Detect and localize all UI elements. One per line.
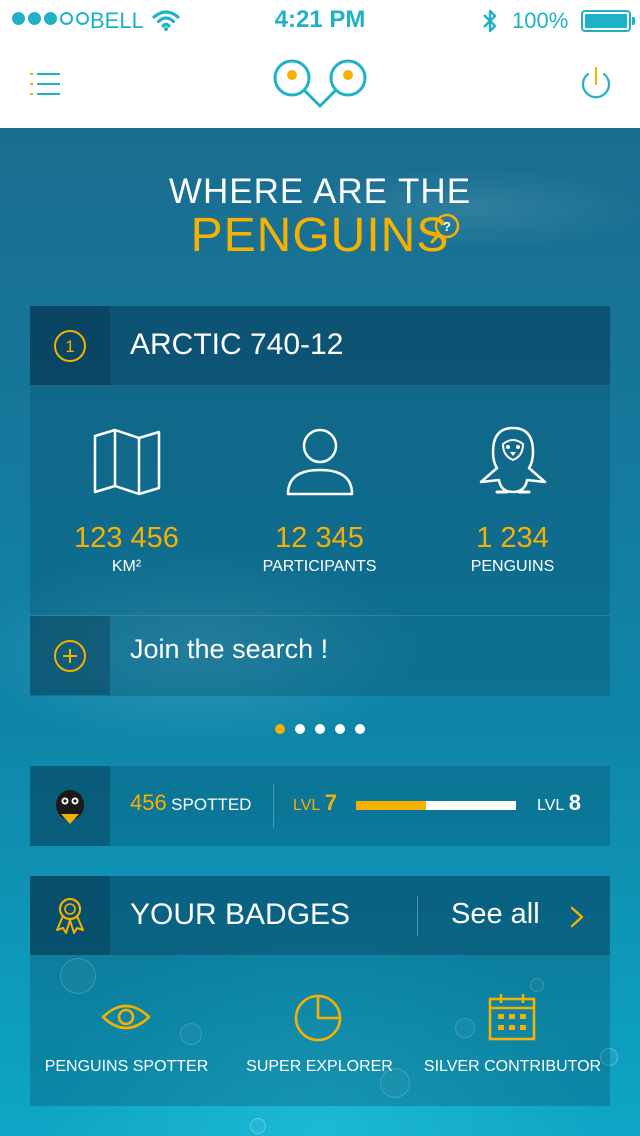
badge-item[interactable]: SILVER CONTRIBUTOR [416,956,609,1106]
next-level-value: 8 [568,790,581,815]
badge-label: SUPER EXPLORER [246,1058,393,1075]
spotted-label: SPOTTED [171,795,252,814]
see-all-badges-link[interactable]: See all [451,898,540,931]
badge-item[interactable]: SUPER EXPLORER [223,956,416,1106]
page-dot[interactable] [275,724,285,734]
calendar-icon [488,994,536,1041]
badges-list: PENGUINS SPOTTER SUPER EXPLORER SILVER C… [30,956,610,1106]
stat-label: PARTICIPANTS [262,558,377,575]
current-level-value: 7 [324,790,337,815]
progress-card[interactable]: 456 SPOTTED LVL 7 LVL 8 [30,766,610,846]
battery-percentage: 100% [512,8,569,33]
binoculars-logo-icon [273,59,367,108]
search-card: 1 ARCTIC 740-12 123 456 KM² 12 345 PARTI… [30,306,610,696]
pie-chart-icon [294,994,342,1042]
bluetooth-icon [483,9,497,33]
next-level: LVL 8 [537,790,581,816]
step-number: 1 [65,337,74,356]
power-icon[interactable] [578,64,614,104]
stat-label: KM² [111,558,142,575]
badge-item[interactable]: PENGUINS SPOTTER [30,956,223,1106]
nav-bar [0,40,640,128]
badges-title: YOUR BADGES [130,898,351,931]
stat-penguins: 1 234 PENGUINS [416,386,609,616]
stat-value: 1 234 [476,522,549,554]
page-indicator[interactable] [0,724,640,734]
user-icon [286,428,354,496]
status-bar: BELL 4:21 PM 100% [0,0,640,40]
level-label: LVL [537,797,565,814]
page-dot[interactable] [295,724,305,734]
svg-text:?: ? [443,219,451,234]
underwater-background: WHERE ARE THE PENGUINS ? 1 ARCTIC 740-12 [0,128,640,1136]
eye-icon [101,1004,151,1030]
plus-circle-icon [54,639,86,672]
search-card-header: 1 ARCTIC 740-12 [30,306,610,386]
stat-value: 123 456 [74,522,179,554]
chevron-right-icon[interactable] [570,906,584,928]
step-number-icon: 1 [54,329,86,362]
penguin-icon [479,426,547,494]
badge-label: SILVER CONTRIBUTOR [423,1058,602,1075]
badge-label: PENGUINS SPOTTER [44,1058,209,1075]
spotted-number: 456 [130,790,167,815]
badges-header: YOUR BADGES See all [30,876,610,956]
award-ribbon-icon [56,897,84,934]
page-dot[interactable] [355,724,365,734]
menu-icon[interactable] [30,70,62,98]
spotted-count: 456 SPOTTED [130,790,251,816]
magnifier-question-icon: ? [430,213,460,244]
search-stats: 123 456 KM² 12 345 PARTICIPANTS 1 234 PE… [30,386,610,616]
hero-title-line1: WHERE ARE THE [168,172,472,211]
badges-card: YOUR BADGES See all PENGUINS SPOTTER SUP… [30,876,610,1106]
stat-label: PENGUINS [470,558,555,575]
hero-title: WHERE ARE THE [0,172,640,212]
level-label: LVL [293,797,321,814]
current-level: LVL 7 [293,790,337,816]
join-search-label: Join the search ! [130,634,329,664]
map-icon [93,428,161,496]
stat-value: 12 345 [275,522,364,554]
page-dot[interactable] [315,724,325,734]
stat-participants: 12 345 PARTICIPANTS [223,386,416,616]
join-search-button[interactable]: Join the search ! [30,616,610,695]
hero-title-line2: PENGUINS [190,209,450,262]
level-progress-bar [356,801,516,810]
search-area-title: ARCTIC 740-12 [130,328,344,361]
page-dot[interactable] [335,724,345,734]
battery-icon [581,10,635,32]
stat-area: 123 456 KM² [30,386,223,616]
level-progress-fill [356,801,427,810]
penguin-avatar-icon [56,790,84,824]
